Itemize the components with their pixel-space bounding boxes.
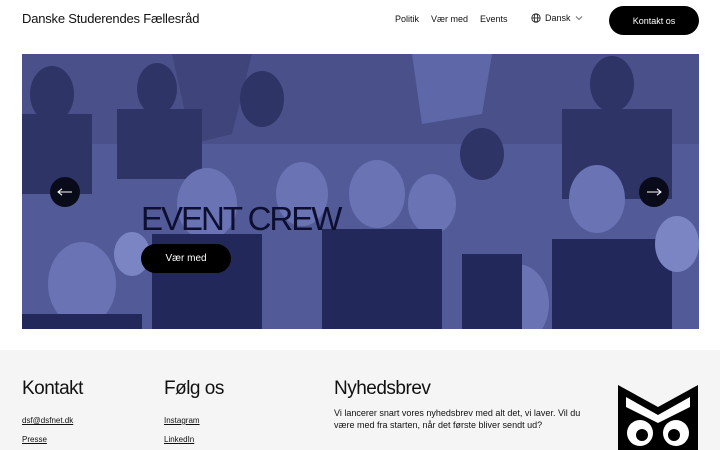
site-footer: Kontakt dsf@dsfnet.dk Presse Følg os Ins…	[0, 350, 720, 450]
main-nav: Politik Vær med Events	[395, 14, 508, 24]
site-brand[interactable]: Danske Studerendes Fællesråd	[22, 11, 199, 26]
hero-carousel: EVENT CREW Vær med	[22, 54, 699, 329]
arrow-left-icon	[57, 183, 73, 201]
chevron-down-icon	[575, 15, 583, 21]
language-label: Dansk	[545, 13, 571, 23]
hero-title: EVENT CREW	[141, 200, 342, 237]
hero-join-button[interactable]: Vær med	[141, 244, 231, 273]
nav-item-vaer-med[interactable]: Vær med	[431, 14, 468, 24]
follow-heading: Følg os	[164, 378, 224, 399]
nav-item-events[interactable]: Events	[480, 14, 508, 24]
instagram-link[interactable]: Instagram	[164, 416, 200, 425]
arrow-right-icon	[646, 183, 662, 201]
carousel-prev-button[interactable]	[50, 177, 80, 207]
globe-icon	[531, 13, 541, 23]
newsletter-text: Vi lancerer snart vores nyhedsbrev med a…	[334, 408, 581, 430]
language-selector[interactable]: Dansk	[531, 13, 583, 23]
nav-item-politik[interactable]: Politik	[395, 14, 419, 24]
newsletter-heading: Nyhedsbrev	[334, 378, 431, 399]
carousel-next-button[interactable]	[639, 177, 669, 207]
email-link[interactable]: dsf@dsfnet.dk	[22, 416, 73, 425]
press-link[interactable]: Presse	[22, 435, 47, 444]
site-header: Danske Studerendes Fællesråd Politik Vær…	[0, 0, 720, 40]
owl-logo-icon	[616, 385, 700, 450]
hero-image	[22, 54, 699, 329]
contact-button[interactable]: Kontakt os	[609, 6, 699, 35]
linkedin-link[interactable]: LinkedIn	[164, 435, 194, 444]
contact-heading: Kontakt	[22, 378, 83, 399]
